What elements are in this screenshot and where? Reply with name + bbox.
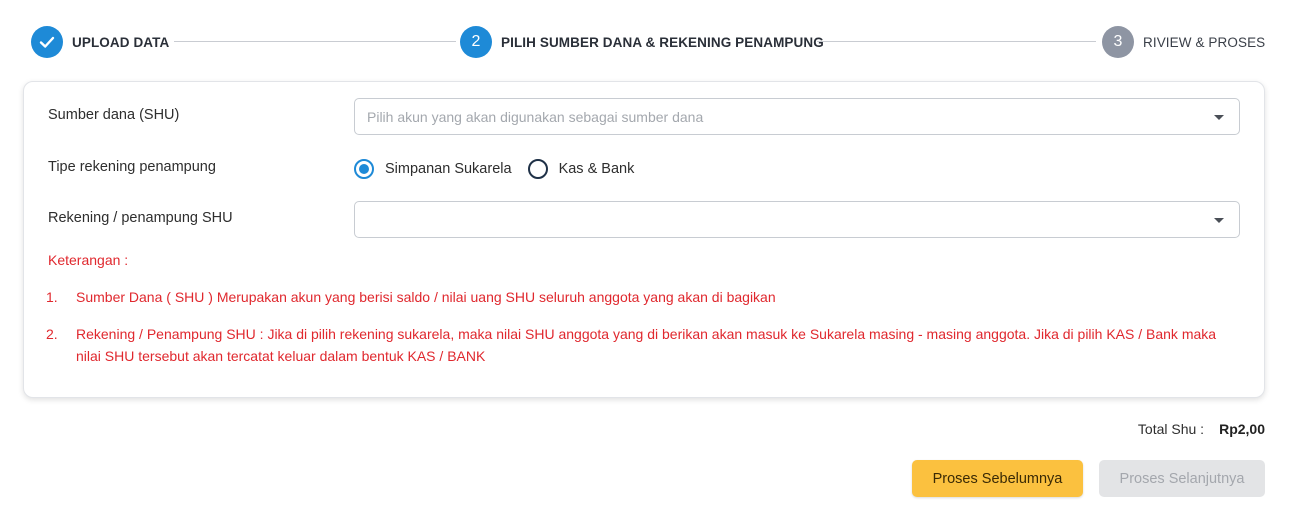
source-fund-label: Sumber dana (SHU) (48, 107, 180, 123)
step-label: RIVIEW & PROSES (1143, 34, 1266, 50)
caret-down-icon (1214, 218, 1224, 223)
target-account-select[interactable] (354, 201, 1240, 238)
target-account-label: Rekening / penampung SHU (48, 210, 233, 226)
notes-title: Keterangan : (48, 252, 129, 268)
previous-process-button[interactable]: Proses Sebelumnya (912, 460, 1083, 497)
note-text: Sumber Dana ( SHU ) Merupakan akun yang … (76, 289, 776, 305)
radio-label: Simpanan Sukarela (385, 161, 512, 177)
next-process-button[interactable]: Proses Selanjutnya (1099, 460, 1265, 497)
source-fund-placeholder: Pilih akun yang akan digunakan sebagai s… (367, 109, 704, 125)
step-connector (174, 41, 456, 42)
check-icon (31, 26, 63, 58)
note-number: 1. (46, 289, 58, 305)
note-item: 1. Sumber Dana ( SHU ) Merupakan akun ya… (46, 286, 1246, 308)
step-number-badge: 2 (460, 26, 492, 58)
account-type-label: Tipe rekening penampung (48, 159, 216, 175)
step-review-proses[interactable]: 3 RIVIEW & PROSES (1102, 25, 1265, 59)
total-shu-value: Rp2,00 (1219, 421, 1265, 437)
step-upload-data[interactable]: UPLOAD DATA (31, 25, 169, 59)
total-shu: Total Shu : Rp2,00 (1138, 421, 1265, 437)
step-connector (817, 41, 1096, 42)
total-shu-label: Total Shu : (1137, 421, 1205, 437)
note-item: 2. Rekening / Penampung SHU : Jika di pi… (46, 323, 1246, 367)
radio-checked-icon (354, 159, 374, 179)
note-number: 2. (46, 326, 58, 342)
step-number-badge: 3 (1102, 26, 1134, 58)
note-text: Rekening / Penampung SHU : Jika di pilih… (76, 326, 1217, 364)
step-label: PILIH SUMBER DANA & REKENING PENAMPUNG (501, 34, 824, 50)
form-card: Sumber dana (SHU) Pilih akun yang akan d… (23, 81, 1265, 398)
radio-kas-bank[interactable]: Kas & Bank (527, 159, 635, 179)
account-type-radio-group: Simpanan Sukarela Kas & Bank (354, 158, 650, 180)
radio-simpanan-sukarela[interactable]: Simpanan Sukarela (354, 159, 512, 179)
step-label: UPLOAD DATA (72, 34, 170, 50)
radio-label: Kas & Bank (558, 161, 635, 177)
radio-unchecked-icon (527, 159, 548, 179)
step-pilih-sumber-dana[interactable]: 2 PILIH SUMBER DANA & REKENING PENAMPUNG (460, 25, 824, 59)
stepper: UPLOAD DATA 2 PILIH SUMBER DANA & REKENI… (31, 25, 1265, 59)
caret-down-icon (1214, 115, 1224, 120)
source-fund-select[interactable]: Pilih akun yang akan digunakan sebagai s… (354, 98, 1240, 135)
